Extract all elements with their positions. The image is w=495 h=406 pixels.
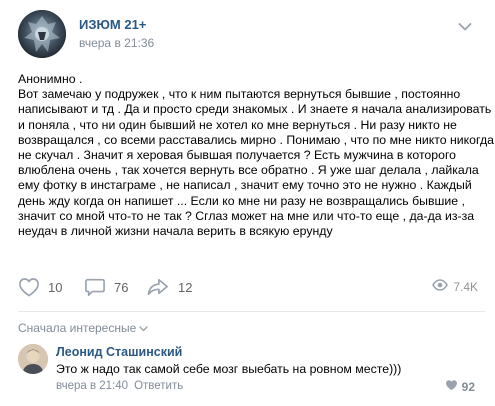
heart-icon xyxy=(445,378,458,396)
comment-meta: вчера в 21:40 Ответить xyxy=(56,380,183,392)
comment-text: Это ж надо так самой себе мозг выебать н… xyxy=(56,362,402,376)
post-header: ИЗЮМ 21+ вчера в 21:36 xyxy=(18,10,478,58)
comment-time[interactable]: вчера в 21:40 xyxy=(56,380,128,392)
post-text-line: не скучал . Значит я херовая бывшая полу… xyxy=(18,148,457,163)
post-text-line: возвращался , со всеми расставались мирн… xyxy=(18,132,494,147)
heart-icon xyxy=(18,277,40,297)
like-count: 10 xyxy=(48,279,63,295)
comment-like-button[interactable]: 92 xyxy=(445,378,475,396)
like-button[interactable]: 10 xyxy=(18,276,62,298)
views-count: 7.4K xyxy=(453,280,478,294)
comment-item: Леонид Сташинский Это ж надо так самой с… xyxy=(18,344,485,396)
divider xyxy=(18,311,485,312)
group-avatar[interactable] xyxy=(18,10,66,58)
chevron-down-icon xyxy=(136,321,148,335)
post-text-line: и поняла , что ни один бывший не хотел к… xyxy=(18,117,457,132)
comment-icon xyxy=(84,277,106,297)
share-arrow-icon xyxy=(146,277,170,297)
post-actions: 10 76 12 7.4K xyxy=(18,276,478,298)
chevron-down-icon[interactable] xyxy=(458,19,472,31)
comment-author[interactable]: Леонид Сташинский xyxy=(56,345,182,359)
post-text-line: значит со мной что-то не так ? Сглаз мож… xyxy=(18,208,475,223)
post-text-line: Вот замечаю у подружек , что к ним пытаю… xyxy=(18,87,461,102)
eye-icon xyxy=(432,278,449,296)
post-text-line: день жду когда он напишет ... Если ко мн… xyxy=(18,193,465,208)
post-text-line: написывают и тд . Да и просто среди знак… xyxy=(18,102,492,117)
group-name[interactable]: ИЗЮМ 21+ xyxy=(79,17,146,32)
share-button[interactable]: 12 xyxy=(146,276,192,298)
post-text-line: ему фотку в инстаграме , не написал , зн… xyxy=(18,178,472,193)
comments-sort-label: Сначала интересные xyxy=(18,321,137,335)
reply-button[interactable]: Ответить xyxy=(134,380,183,392)
comments-sort-button[interactable]: Сначала интересные xyxy=(18,321,148,335)
views-counter: 7.4K xyxy=(432,276,478,298)
post-time[interactable]: вчера в 21:36 xyxy=(79,36,154,50)
avatar[interactable] xyxy=(18,344,48,374)
comment-button[interactable]: 76 xyxy=(84,276,128,298)
post-text-line: Анонимно . xyxy=(18,72,83,86)
share-count: 12 xyxy=(178,279,193,295)
comment-count: 76 xyxy=(114,279,129,295)
post-text-line: неудач в личной жизни начала верить в вс… xyxy=(18,224,333,239)
post-text-line: влюблена очень , так хочется вернуть все… xyxy=(18,163,479,178)
comment-like-count: 92 xyxy=(461,380,475,394)
post-text: Анонимно . Вот замечаю у подружек , что … xyxy=(18,72,494,239)
